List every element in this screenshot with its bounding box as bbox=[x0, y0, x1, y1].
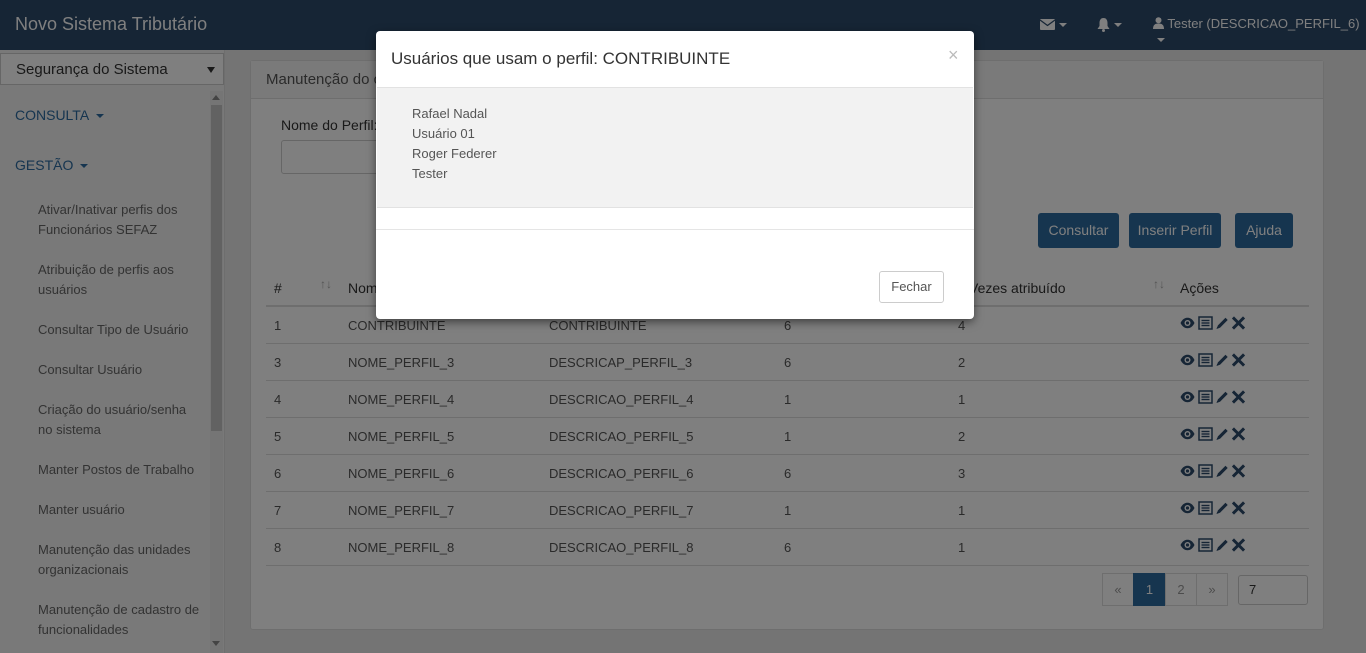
users-modal: Usuários que usam o perfil: CONTRIBUINTE… bbox=[376, 31, 974, 319]
modal-footer-divider bbox=[376, 229, 974, 230]
modal-body: Rafael Nadal Usuário 01 Roger Federer Te… bbox=[377, 87, 973, 208]
fechar-button[interactable]: Fechar bbox=[879, 271, 944, 303]
close-icon[interactable]: × bbox=[948, 45, 959, 66]
user-list-item: Roger Federer bbox=[412, 146, 497, 161]
modal-title: Usuários que usam o perfil: CONTRIBUINTE bbox=[391, 49, 731, 68]
user-list-item: Tester bbox=[412, 166, 448, 181]
user-list-item: Usuário 01 bbox=[412, 126, 475, 141]
user-list-item: Rafael Nadal bbox=[412, 106, 488, 121]
